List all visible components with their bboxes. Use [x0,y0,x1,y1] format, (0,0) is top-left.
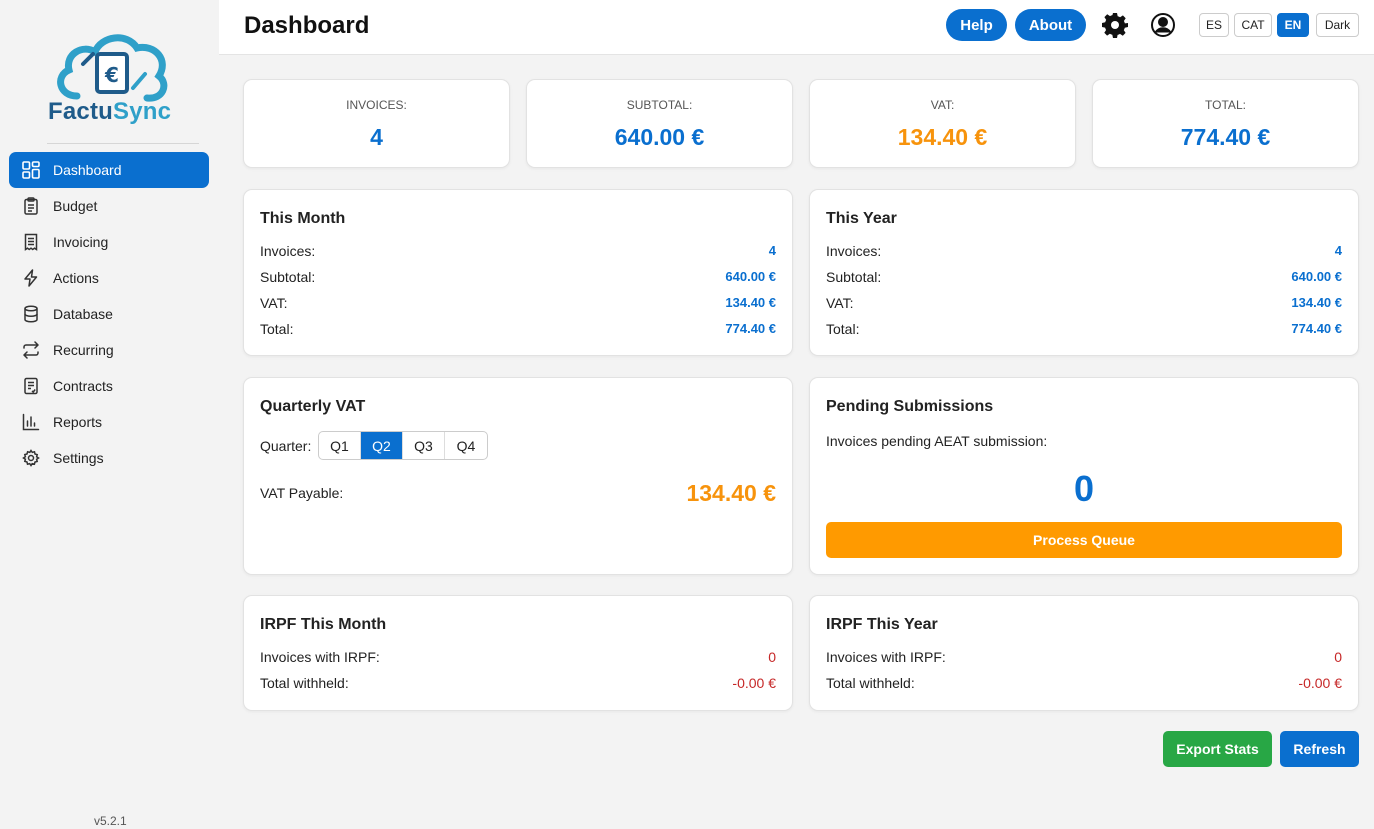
this-month-card: This Month Invoices: 4 Subtotal: 640.00 € … [243,189,793,356]
stat-card-subtotal: SUBTOTAL: 640.00 € [526,79,793,168]
vat-payable-label: VAT Payable: [260,485,344,501]
irpf-month-card: IRPF This Month Invoices with IRPF: 0 Tot… [243,595,793,711]
stat-label: INVOICES: [346,98,407,112]
card-title: IRPF This Year [826,616,938,633]
summary-row: Invoices: 4 [260,243,776,259]
quarter-q2-button[interactable]: Q2 [361,432,403,459]
lightning-icon [24,269,38,287]
process-queue-button[interactable]: Process Queue [826,522,1342,558]
summary-row: Total withheld: -0.00 € [260,675,776,691]
sidebar-item-invoicing[interactable]: Invoicing [9,224,209,260]
quarter-label: Quarter: [260,438,312,454]
card-title: IRPF This Month [260,616,387,633]
sidebar-item-label: Dashboard [53,162,122,178]
repeat-icon [23,341,39,359]
help-button[interactable]: Help [946,9,1007,41]
this-year-card: This Year Invoices: 4 Subtotal: 640.00 € V… [809,189,1359,356]
sidebar-item-dashboard[interactable]: Dashboard [9,152,209,188]
stat-card-invoices: INVOICES: 4 [243,79,510,168]
card-title: Pending Submissions [826,398,994,415]
about-button[interactable]: About [1015,9,1086,41]
summary-row: VAT: 134.40 € [826,295,1342,311]
sidebar-item-recurring[interactable]: Recurring [9,332,209,368]
pending-submissions-card: Pending Submissions Invoices pending AEA… [809,377,1359,575]
sidebar-item-actions[interactable]: Actions [9,260,209,296]
clipboard-icon [24,197,38,215]
sidebar-item-database[interactable]: Database [9,296,209,332]
stat-card-total: TOTAL: 774.40 € [1092,79,1359,168]
summary-row: VAT: 134.40 € [260,295,776,311]
sidebar-nav: Dashboard Budget Invoicing Actions Datab… [9,152,209,476]
lang-cat-button[interactable]: CAT [1234,13,1272,37]
card-title: This Year [826,210,897,227]
quarterly-vat-card: Quarterly VAT Quarter: Q1 Q2 Q3 Q4 VAT P… [243,377,793,575]
summary-row: Total: 774.40 € [826,321,1342,337]
export-stats-button[interactable]: Export Stats [1163,731,1272,767]
quarter-q4-button[interactable]: Q4 [445,432,487,459]
summary-row: Subtotal: 640.00 € [826,269,1342,285]
quarter-q1-button[interactable]: Q1 [319,432,361,459]
gear-icon [22,449,40,467]
brand-name: FactuSync [48,98,172,125]
dark-mode-button[interactable]: Dark [1316,13,1359,37]
pending-count: 0 [1073,468,1095,509]
sidebar-divider [47,143,199,144]
database-icon [24,305,38,323]
sidebar-item-label: Database [53,306,113,322]
sidebar-item-reports[interactable]: Reports [9,404,209,440]
sidebar-item-label: Invoicing [53,234,109,250]
gear-icon[interactable] [1102,12,1128,38]
stat-value: 134.40 € [897,124,988,150]
sidebar-item-label: Contracts [53,378,113,394]
stat-value: 774.40 € [1180,124,1271,150]
stat-value: 4 [370,124,383,150]
page-title: Dashboard [244,12,370,39]
sidebar-item-budget[interactable]: Budget [9,188,209,224]
refresh-button[interactable]: Refresh [1280,731,1359,767]
summary-row: Invoices with IRPF: 0 [826,649,1342,665]
summary-row: Total withheld: -0.00 € [826,675,1342,691]
quarter-selector: Q1 Q2 Q3 Q4 [318,431,488,460]
summary-row: Total: 774.40 € [260,321,776,337]
sidebar-item-contracts[interactable]: Contracts [9,368,209,404]
receipt-icon [24,233,38,251]
app-version: v5.2.1 [94,814,127,828]
quarter-q3-button[interactable]: Q3 [403,432,445,459]
pending-description: Invoices pending AEAT submission: [826,433,1048,449]
stat-label: SUBTOTAL: [626,98,693,112]
sidebar: € FactuSync Dashboard Budget Invoicing A… [0,0,219,829]
lang-en-button[interactable]: EN [1277,13,1309,37]
bar-chart-icon [22,413,40,431]
user-profile-icon[interactable] [1150,12,1176,38]
summary-row: Invoices with IRPF: 0 [260,649,776,665]
irpf-year-card: IRPF This Year Invoices with IRPF: 0 Tota… [809,595,1359,711]
top-header: Dashboard Help About ES CAT EN Dark [219,0,1374,55]
card-title: Quarterly VAT [260,398,366,415]
dashboard-icon [22,161,40,179]
sidebar-item-label: Settings [53,450,104,466]
sidebar-item-label: Reports [53,414,103,430]
stat-label: VAT: [930,98,955,112]
card-title: This Month [260,210,346,227]
sidebar-item-label: Budget [53,198,98,214]
sidebar-item-label: Recurring [53,342,114,358]
stat-value: 640.00 € [614,124,705,150]
sidebar-item-settings[interactable]: Settings [9,440,209,476]
sidebar-item-label: Actions [53,270,99,286]
contract-icon [24,377,38,395]
stat-label: TOTAL: [1205,98,1246,112]
lang-es-button[interactable]: ES [1199,13,1229,37]
svg-text:€: € [104,63,119,87]
stat-card-vat: VAT: 134.40 € [809,79,1076,168]
summary-row: Invoices: 4 [826,243,1342,259]
vat-payable-value: 134.40 € [686,480,776,506]
summary-row: Subtotal: 640.00 € [260,269,776,285]
